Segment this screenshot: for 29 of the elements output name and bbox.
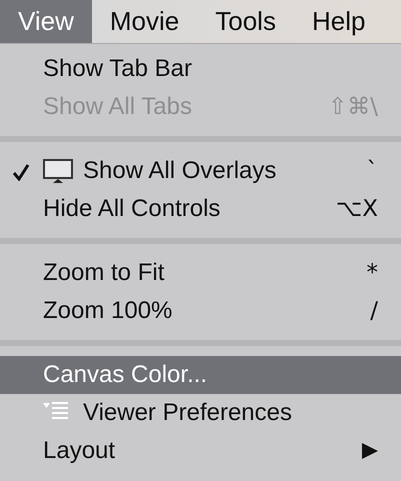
menu-item[interactable]: Zoom 100% / <box>0 292 401 330</box>
menu-item-label: Show All Tabs <box>43 92 192 122</box>
menu-item[interactable]: Viewer Preferences <box>0 394 401 432</box>
menu-bar-item[interactable]: Movie <box>92 0 198 43</box>
menu-item[interactable]: Layout <box>0 432 401 470</box>
menu-item[interactable]: Show Tab Bar <box>0 50 401 88</box>
monitor-icon <box>43 158 73 184</box>
menu-item-label: Viewer Preferences <box>83 398 292 428</box>
menu-item-label: Canvas Color... <box>43 360 208 390</box>
list-icon <box>43 401 68 419</box>
menu-item[interactable]: Show All Overlays ` <box>0 152 401 190</box>
keyboard-shortcut: ` <box>366 156 378 186</box>
menu-item-label: Show All Overlays <box>83 156 276 186</box>
menu-item[interactable]: Hide All Controls ⌥X <box>0 190 401 228</box>
menu-item-label: Zoom to Fit <box>43 258 164 288</box>
menu-item-label: Zoom 100% <box>43 296 172 326</box>
keyboard-shortcut: * <box>366 258 378 288</box>
keyboard-shortcut: ⌥X <box>336 194 378 224</box>
submenu-arrow-icon <box>362 443 378 459</box>
menu-item[interactable]: Zoom to Fit * <box>0 254 401 292</box>
menu-bar-item[interactable]: Tools <box>197 0 294 43</box>
menu-bar-item[interactable]: View <box>0 0 92 43</box>
menu-item-label: Show Tab Bar <box>43 54 192 84</box>
keyboard-shortcut: / <box>370 296 378 326</box>
menu-item[interactable]: Canvas Color... <box>0 356 401 394</box>
keyboard-shortcut: ⇧⌘\ <box>328 92 378 122</box>
menu-item-label: Layout <box>43 436 116 466</box>
menu-item-label: Hide All Controls <box>43 194 220 224</box>
menu-bar-item[interactable]: Help <box>294 0 384 43</box>
